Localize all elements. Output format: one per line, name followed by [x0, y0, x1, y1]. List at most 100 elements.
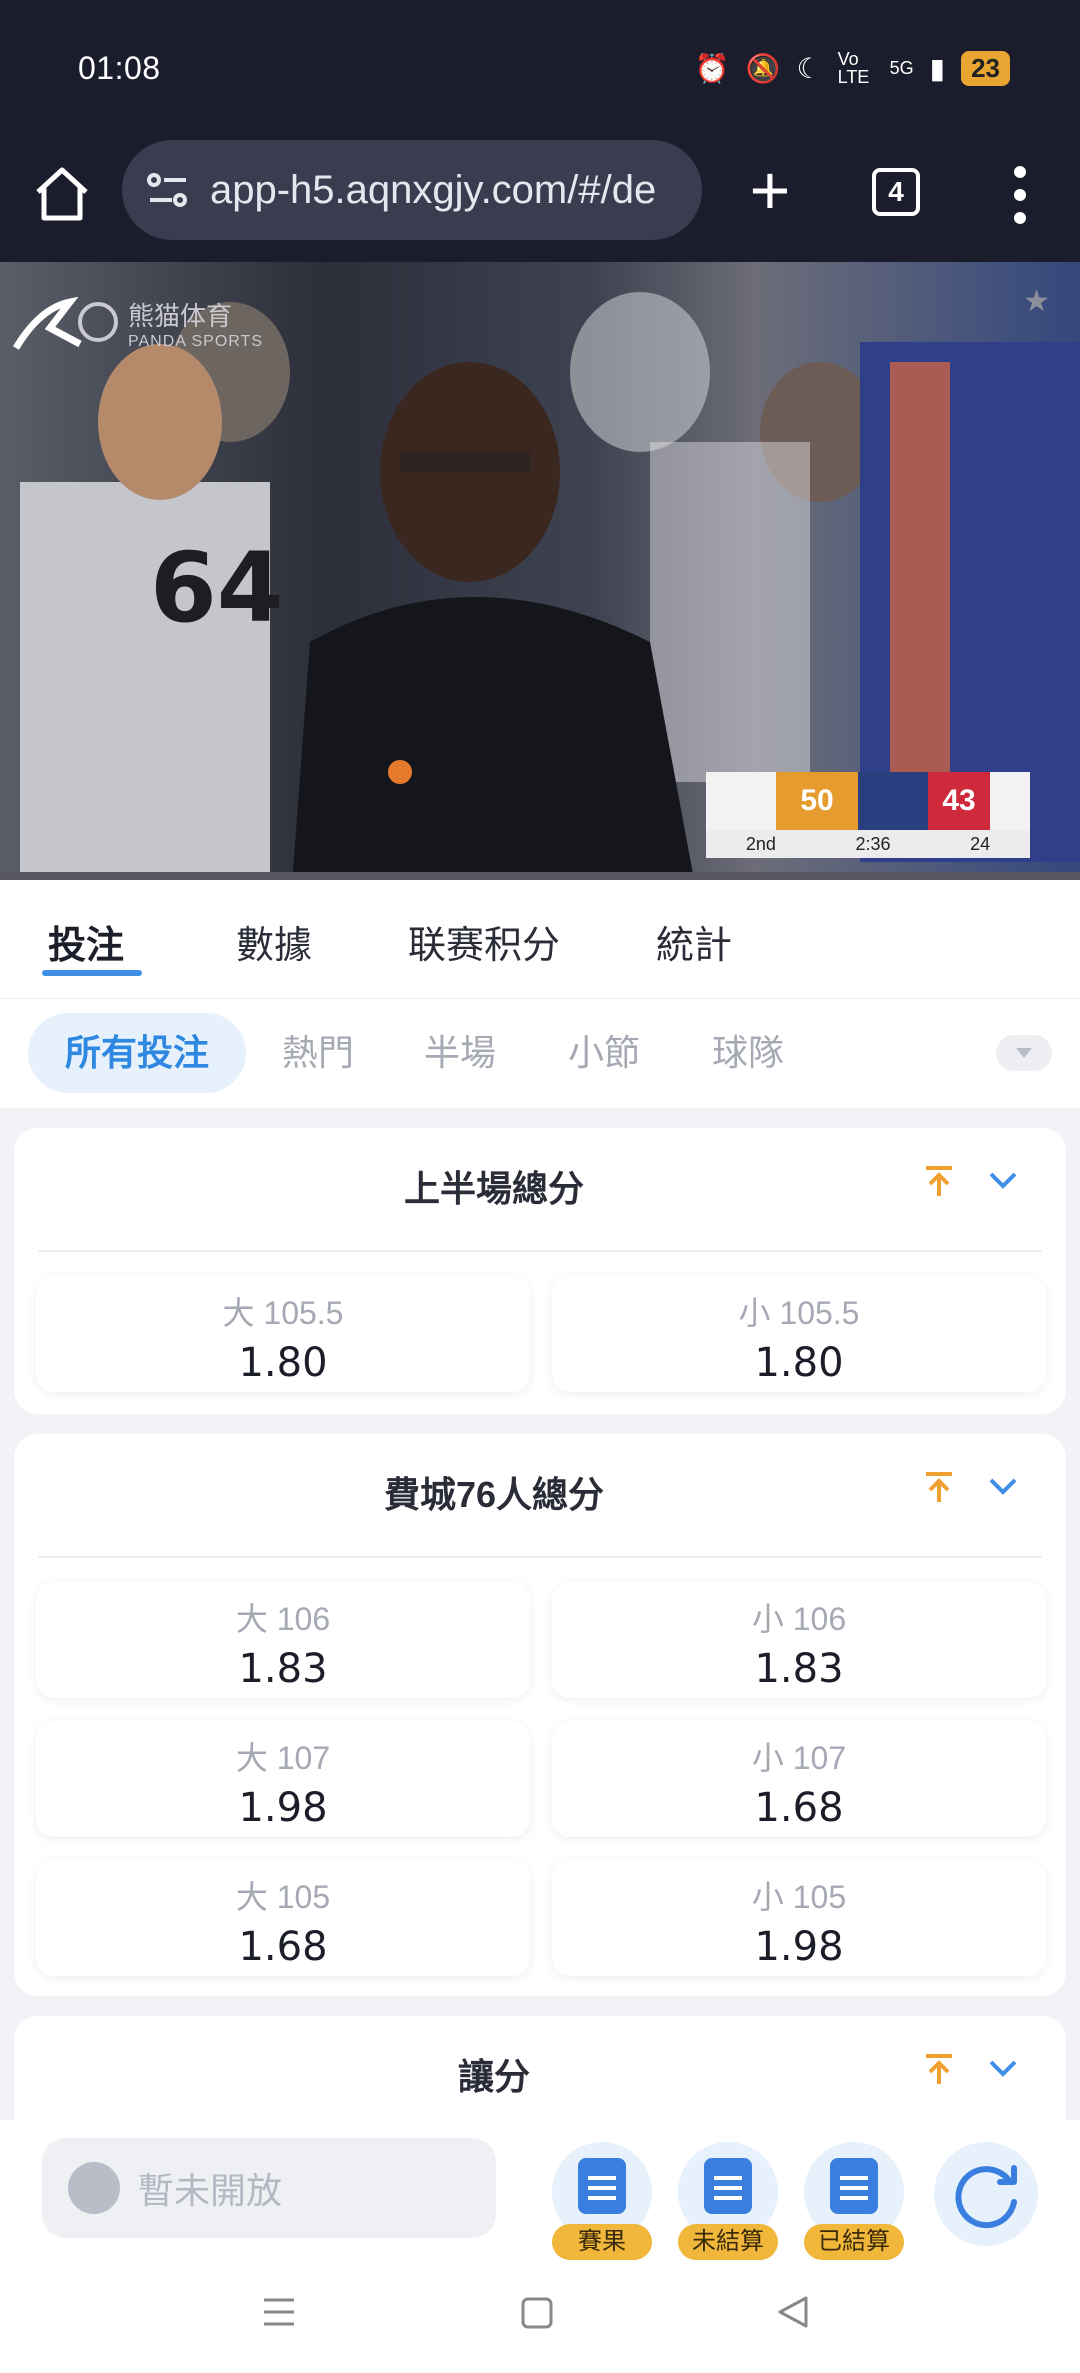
filter-team[interactable]: 球隊: [712, 1013, 784, 1093]
url-bar[interactable]: app-h5.aqnxgjy.com/#/de: [122, 140, 702, 240]
home-score: 50: [776, 772, 858, 830]
league-logo: [858, 772, 928, 830]
referee-number: 64: [150, 532, 284, 644]
market-title: 上半場總分: [403, 1168, 584, 1209]
odds-label: 大 105.5: [222, 1295, 344, 1331]
chevron-down-icon[interactable]: [986, 1472, 1020, 1502]
odds-price: 1.83: [238, 1646, 328, 1692]
odds-label: 小 106: [751, 1601, 847, 1637]
odds-button[interactable]: 大 105 1.68: [36, 1860, 530, 1976]
away-team-logo: [990, 772, 1030, 830]
chevron-down-icon[interactable]: [986, 2054, 1020, 2084]
chevron-down-icon[interactable]: [986, 1166, 1020, 1196]
odds-price: 1.68: [754, 1785, 844, 1831]
odds-button[interactable]: 大 106 1.83: [36, 1582, 530, 1698]
tab-switcher-button[interactable]: 4: [872, 168, 920, 216]
battery-badge: 23: [961, 50, 1010, 86]
pin-to-top-icon[interactable]: [922, 1164, 956, 1200]
new-tab-button[interactable]: +: [740, 150, 800, 230]
results-label: 賽果: [552, 2224, 652, 2260]
odds-button[interactable]: 大 107 1.98: [36, 1721, 530, 1837]
settled-label: 已結算: [804, 2224, 904, 2260]
tab-bets[interactable]: 投注: [48, 914, 124, 969]
alarm-icon: ⏰: [694, 52, 730, 84]
back-icon[interactable]: [776, 2294, 810, 2330]
chat-placeholder: 暫未開放: [138, 2170, 283, 2211]
refresh-icon: [955, 2165, 1017, 2229]
caret-down-icon: [1016, 1048, 1032, 1058]
odds-price: 1.68: [238, 1924, 328, 1970]
period: 2nd: [745, 833, 776, 854]
tab-data[interactable]: 數據: [236, 914, 312, 969]
odds-label: 小 105.5: [738, 1295, 860, 1331]
market-title: 讓分: [457, 2056, 530, 2097]
bottom-action-bar: 暫未開放 賽果 未結算 已結算: [0, 2120, 1080, 2260]
chat-input[interactable]: 暫未開放: [42, 2138, 496, 2238]
home-team-logo: [706, 772, 776, 830]
settled-button[interactable]: 已結算: [804, 2142, 904, 2260]
filter-half[interactable]: 半場: [424, 1013, 496, 1093]
pin-to-top-icon[interactable]: [922, 2052, 956, 2088]
odds-button[interactable]: 大 105.5 1.80: [36, 1276, 530, 1392]
favorite-star-icon[interactable]: ★: [1023, 284, 1050, 319]
home-icon[interactable]: [30, 162, 94, 226]
video-player[interactable]: 64 熊猫体育 PANDA SPORTS ★ 50 43 2nd 2:36 24: [0, 262, 1080, 880]
status-bar: 01:08 ⏰ 🔕 ☾ Vo LTE 5G ▮ 23: [0, 0, 1080, 130]
chat-bubble-icon: [68, 2162, 120, 2214]
unsettled-button[interactable]: 未結算: [678, 2142, 778, 2260]
system-nav-bar: [0, 2260, 1080, 2373]
odds-button[interactable]: 小 105.5 1.80: [552, 1276, 1046, 1392]
odds-label: 大 105: [235, 1879, 331, 1915]
tab-stats[interactable]: 統計: [656, 914, 732, 969]
filter-expand-button[interactable]: [996, 1035, 1052, 1071]
filter-quarter[interactable]: 小節: [568, 1013, 640, 1093]
results-button[interactable]: 賽果: [552, 2142, 652, 2260]
volte-label: Vo LTE: [837, 49, 870, 87]
unsettled-label: 未結算: [678, 2224, 778, 2260]
filter-chips: 所有投注 熱門 半場 小節 球隊: [0, 998, 1080, 1108]
more-menu-icon[interactable]: [1000, 160, 1040, 230]
site-settings-icon[interactable]: [146, 170, 190, 210]
odds-button[interactable]: 小 107 1.68: [552, 1721, 1046, 1837]
logo-text-cn: 熊猫体育: [128, 300, 233, 331]
odds-label: 小 105: [751, 1879, 847, 1915]
signal-icon: ▮: [929, 52, 946, 84]
shot-clock: 24: [970, 833, 991, 854]
status-time: 01:08: [78, 50, 161, 86]
browser-toolbar: app-h5.aqnxgjy.com/#/de + 4: [0, 130, 1080, 262]
moon-icon: ☾: [796, 52, 822, 84]
signal-label: 5G: [889, 57, 914, 78]
odds-label: 大 106: [235, 1601, 331, 1637]
scorebug: 50 43 2nd 2:36 24: [706, 772, 1030, 858]
status-icons: ⏰ 🔕 ☾ Vo LTE 5G ▮ 23: [695, 50, 1010, 86]
odds-price: 1.80: [754, 1340, 844, 1386]
unsettled-icon: [704, 2158, 752, 2214]
refresh-button[interactable]: [934, 2142, 1038, 2246]
url-text[interactable]: app-h5.aqnxgjy.com/#/de: [210, 168, 656, 213]
game-clock: 2:36: [855, 833, 891, 854]
video-progress-bar[interactable]: [0, 872, 1080, 880]
logo-mark-icon: [12, 296, 118, 350]
odds-button[interactable]: 小 105 1.98: [552, 1860, 1046, 1976]
filter-popular[interactable]: 熱門: [282, 1013, 354, 1093]
logo-text-en: PANDA SPORTS: [128, 332, 263, 350]
active-tab-indicator: [42, 970, 142, 976]
results-icon: [578, 2158, 626, 2214]
market-card: 上半場總分 大 105.5 1.80 小 105.5 1.80: [14, 1128, 1066, 1414]
odds-price: 1.98: [754, 1924, 844, 1970]
recents-icon[interactable]: [262, 2296, 296, 2328]
home-nav-icon[interactable]: [520, 2296, 554, 2330]
filter-all-bets[interactable]: 所有投注: [28, 1013, 246, 1093]
odds-button[interactable]: 小 106 1.83: [552, 1582, 1046, 1698]
pin-to-top-icon[interactable]: [922, 1470, 956, 1506]
tab-standings[interactable]: 联赛积分: [408, 914, 560, 969]
away-score: 43: [928, 772, 990, 830]
market-title: 費城76人總分: [383, 1474, 605, 1515]
mute-icon: 🔕: [745, 52, 781, 84]
odds-price: 1.80: [238, 1340, 328, 1386]
odds-price: 1.98: [238, 1785, 328, 1831]
main-tabs: 投注 數據 联赛积分 統計: [0, 880, 1080, 998]
divider: [38, 1556, 1042, 1558]
coach-figure: [292, 362, 695, 880]
odds-price: 1.83: [754, 1646, 844, 1692]
